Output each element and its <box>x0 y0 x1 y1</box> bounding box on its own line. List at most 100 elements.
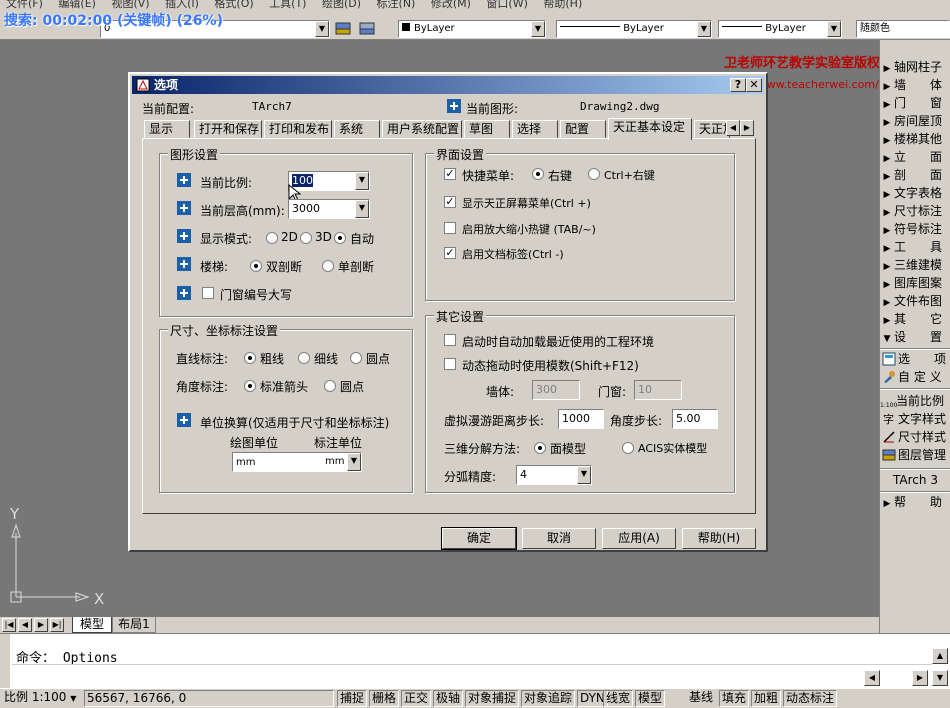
status-fill[interactable]: 填充 <box>719 690 750 707</box>
angle-dot-radio[interactable] <box>324 380 336 392</box>
palette-item-help[interactable]: ▶ 帮 助 <box>880 493 950 511</box>
status-polar[interactable]: 极轴 <box>433 690 464 707</box>
status-model[interactable]: 模型 <box>635 690 666 707</box>
status-lineweight[interactable]: 线宽 <box>603 690 634 707</box>
tab-tarch-more[interactable]: 天正加 <box>694 120 730 138</box>
quick-menu-checkbox[interactable]: ✓ <box>444 168 456 180</box>
palette-item-text-table[interactable]: ▶ 文字表格 <box>880 184 950 202</box>
door-caps-checkbox[interactable] <box>202 287 214 299</box>
next-tab-icon[interactable]: ▶ <box>34 618 48 632</box>
tab-open-save[interactable]: 打开和保存 <box>194 120 262 138</box>
quick-ctrl-right-radio[interactable] <box>588 168 600 180</box>
scroll-right-icon[interactable]: ▶ <box>912 670 928 686</box>
palette-item-options[interactable]: 选 项 <box>880 350 950 368</box>
palette-item-dim-style[interactable]: 尺寸样式 <box>880 428 950 446</box>
palette-item-axis[interactable]: ▶ 轴网柱子 <box>880 58 950 76</box>
prev-tab-icon[interactable]: ◀ <box>18 618 32 632</box>
status-grid[interactable]: 栅格 <box>369 690 400 707</box>
tab-layout1[interactable]: 布局1 <box>112 617 156 633</box>
menu-insert[interactable]: 插入(I) <box>165 0 199 10</box>
ok-button[interactable]: 确定 <box>441 527 517 550</box>
tab-display[interactable]: 显示 <box>144 120 190 138</box>
palette-item-symbol[interactable]: ▶ 符号标注 <box>880 220 950 238</box>
chevron-down-icon[interactable]: ▼ <box>531 21 545 37</box>
stair-single-radio[interactable] <box>322 260 334 272</box>
angle-step-field[interactable]: 5.00 <box>672 409 718 429</box>
palette-item-wall[interactable]: ▶ 墙 体 <box>880 76 950 94</box>
screen-menu-checkbox[interactable]: ✓ <box>444 196 456 208</box>
menu-help[interactable]: 帮助(H) <box>543 0 582 10</box>
explode-acis-radio[interactable] <box>622 442 634 454</box>
wall-field[interactable]: 300 <box>532 380 580 400</box>
arc-precision-combo[interactable]: 4 ▼ <box>516 465 592 485</box>
chevron-down-icon[interactable]: ▼ <box>355 172 369 190</box>
chevron-down-icon[interactable]: ▼ <box>697 21 711 37</box>
roam-step-field[interactable]: 1000 <box>558 409 604 429</box>
explode-face-radio[interactable] <box>534 442 546 454</box>
menu-draw[interactable]: 绘图(D) <box>322 0 361 10</box>
floor-height-combo[interactable]: 3000 ▼ <box>288 199 370 219</box>
autoload-checkbox[interactable] <box>444 334 456 346</box>
palette-item-door[interactable]: ▶ 门 窗 <box>880 94 950 112</box>
palette-item-section[interactable]: ▶ 剖 面 <box>880 166 950 184</box>
menu-format[interactable]: 格式(O) <box>214 0 253 10</box>
tab-plot-publish[interactable]: 打印和发布 <box>264 120 332 138</box>
palette-item-customize[interactable]: 自 定 义 <box>880 368 950 386</box>
door-field[interactable]: 10 <box>634 380 682 400</box>
palette-item-3d[interactable]: ▶ 三维建模 <box>880 256 950 274</box>
scroll-left-icon[interactable]: ◀ <box>864 670 880 686</box>
palette-item-current-scale[interactable]: 1:100当前比例 <box>880 392 950 410</box>
chevron-down-icon[interactable]: ▼ <box>355 200 369 218</box>
first-tab-icon[interactable]: |◀ <box>2 618 16 632</box>
palette-item-dimension[interactable]: ▶ 尺寸标注 <box>880 202 950 220</box>
tab-scroll-right-icon[interactable]: ▶ <box>740 120 754 136</box>
scale-selector[interactable]: 比例 1:100 ▼ <box>2 690 78 707</box>
status-dynamic-dim[interactable]: 动态标注 <box>783 690 838 707</box>
mode-auto-radio[interactable] <box>334 232 346 244</box>
status-osnap[interactable]: 对象捕捉 <box>465 690 520 707</box>
palette-item-layout[interactable]: ▶ 文件布图 <box>880 292 950 310</box>
palette-item-stair[interactable]: ▶ 楼梯其他 <box>880 130 950 148</box>
chevron-down-icon[interactable]: ▼ <box>577 466 591 484</box>
tab-profiles[interactable]: 配置 <box>560 120 606 138</box>
close-icon[interactable]: ✕ <box>746 78 762 92</box>
palette-item-elevation[interactable]: ▶ 立 面 <box>880 148 950 166</box>
tab-tarch-basic[interactable]: 天正基本设定 <box>608 118 692 140</box>
menu-view[interactable]: 视图(V) <box>111 0 149 10</box>
help-icon[interactable]: ? <box>730 78 746 92</box>
menu-edit[interactable]: 编辑(E) <box>58 0 96 10</box>
scroll-up-icon[interactable]: ▲ <box>932 648 948 664</box>
tab-system[interactable]: 系统 <box>334 120 380 138</box>
layer-state-icon[interactable] <box>358 20 376 38</box>
unit-combo[interactable]: mm mm ▼ <box>232 452 362 472</box>
tab-model[interactable]: 模型 <box>72 617 112 633</box>
mode-3d-radio[interactable] <box>300 232 312 244</box>
palette-item-layer-mgr[interactable]: 图层管理 <box>880 446 950 464</box>
palette-item-tools[interactable]: ▶ 工 具 <box>880 238 950 256</box>
plotstyle-combo[interactable]: 随颜色 <box>856 20 950 38</box>
status-ortho[interactable]: 正交 <box>401 690 432 707</box>
tab-user-prefs[interactable]: 用户系统配置 <box>382 120 462 138</box>
last-tab-icon[interactable]: ▶| <box>50 618 64 632</box>
palette-item-other[interactable]: ▶ 其 它 <box>880 310 950 328</box>
tab-scroll-left-icon[interactable]: ◀ <box>726 120 740 136</box>
zoom-hotkey-checkbox[interactable] <box>444 222 456 234</box>
menu-window[interactable]: 窗口(W) <box>486 0 527 10</box>
menu-modify[interactable]: 修改(M) <box>431 0 471 10</box>
palette-item-room[interactable]: ▶ 房间屋顶 <box>880 112 950 130</box>
palette-item-settings[interactable]: ▼ 设 置 <box>880 328 950 346</box>
menu-dimension[interactable]: 标注(N) <box>377 0 416 10</box>
apply-button[interactable]: 应用(A) <box>602 528 676 549</box>
quick-right-radio[interactable] <box>532 168 544 180</box>
line-dot-radio[interactable] <box>350 352 362 364</box>
linetype-combo[interactable]: ByLayer ▼ <box>556 20 712 38</box>
chevron-down-icon[interactable]: ▼ <box>315 21 329 37</box>
line-bold-radio[interactable] <box>244 352 256 364</box>
scroll-down-icon[interactable]: ▼ <box>932 670 948 686</box>
chevron-down-icon[interactable]: ▼ <box>827 21 841 37</box>
lineweight-combo[interactable]: ByLayer ▼ <box>718 20 842 38</box>
stair-double-radio[interactable] <box>250 260 262 272</box>
color-combo[interactable]: ByLayer ▼ <box>398 20 546 38</box>
cancel-button[interactable]: 取消 <box>522 528 596 549</box>
tab-selection[interactable]: 选择 <box>512 120 558 138</box>
